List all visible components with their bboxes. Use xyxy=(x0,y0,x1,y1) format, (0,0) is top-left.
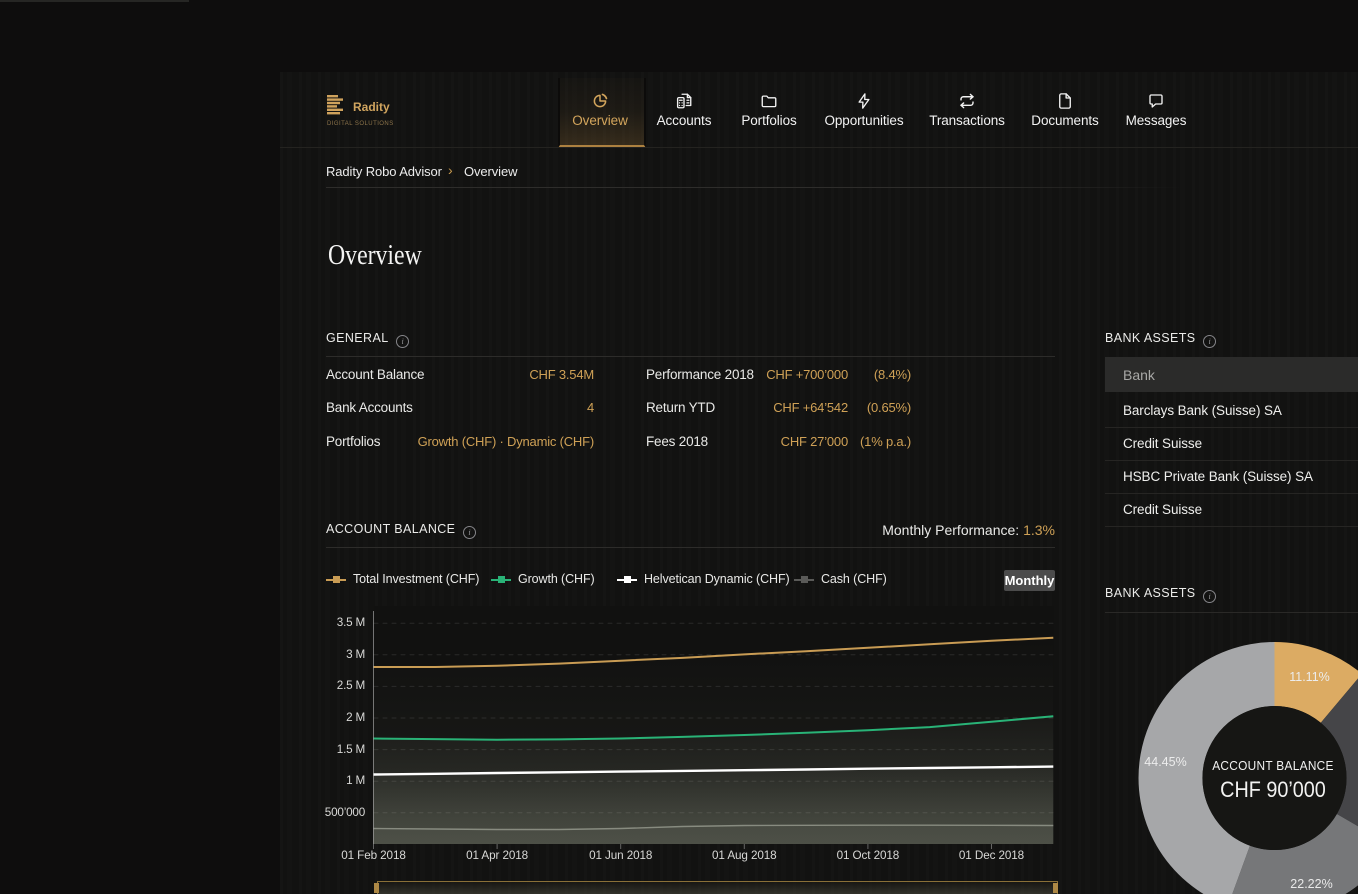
svg-text:22.22%: 22.22% xyxy=(1290,877,1332,891)
svg-text:11.11%: 11.11% xyxy=(1289,670,1330,684)
